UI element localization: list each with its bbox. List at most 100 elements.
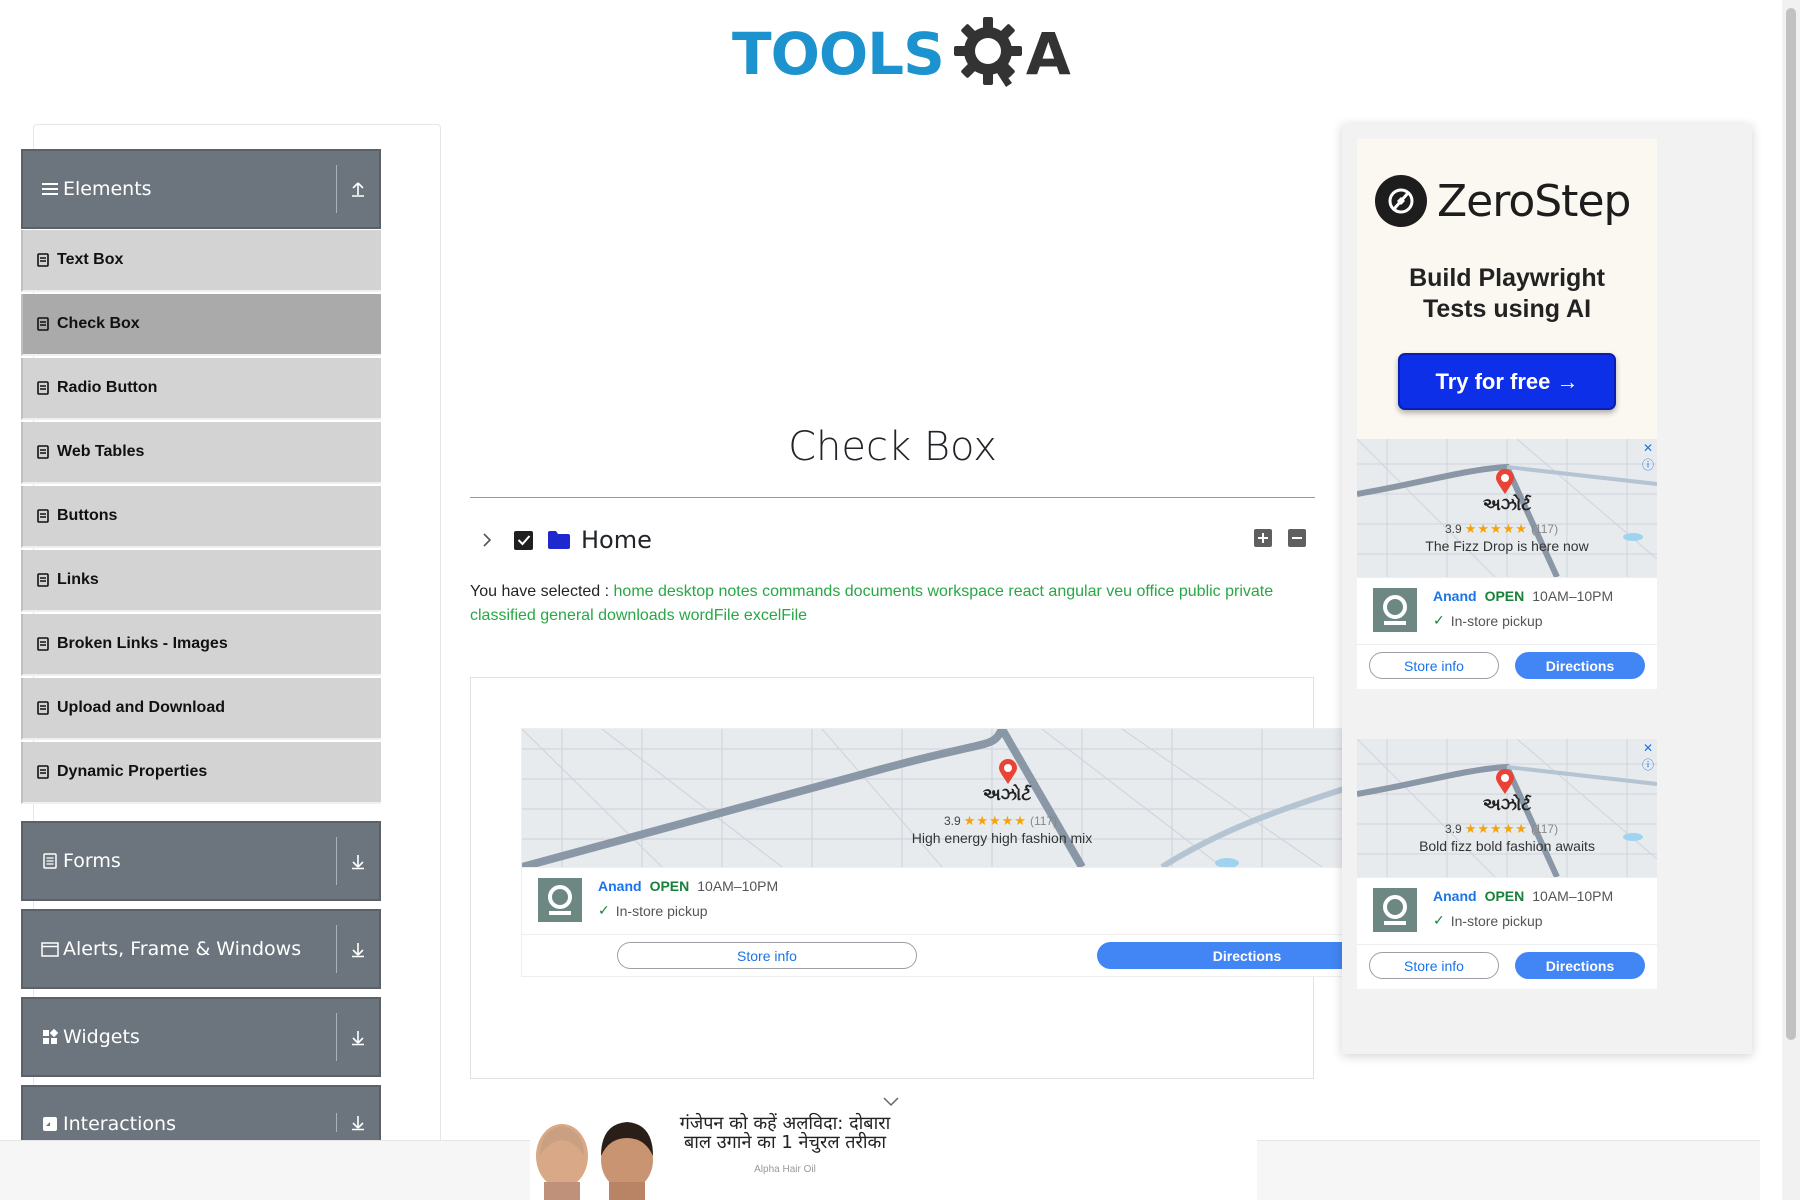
store-status: OPEN: [649, 878, 690, 894]
directions-button[interactable]: Directions: [1515, 652, 1645, 679]
sidebar-item-label: Broken Links - Images: [57, 635, 228, 652]
close-icon[interactable]: ✕: [1641, 441, 1655, 455]
rating-value: 3.9: [944, 814, 961, 828]
store-name: Anand: [1433, 888, 1477, 904]
try-for-free-button[interactable]: Try for free →: [1398, 353, 1616, 410]
sidebar-item-check-box[interactable]: Check Box: [21, 294, 381, 356]
hair-oil-ad[interactable]: गंजेपन को कहें अलविदा: दोबारा बाल उगाने …: [530, 1108, 1257, 1200]
ad-photo-after: [595, 1116, 660, 1200]
store-pickup: In-store pickup: [1450, 912, 1543, 929]
collapse-all-button[interactable]: [1288, 529, 1306, 547]
store-row[interactable]: Anand OPEN 10AM–10PM ✓ In-store pickup: [522, 867, 1342, 929]
selected-prefix: You have selected :: [470, 583, 610, 600]
toolsqa-logo[interactable]: TOOLS A: [732, 14, 1071, 94]
sidebar-group-title: Forms: [63, 850, 121, 872]
sidebar-group-title: Alerts, Frame & Windows: [63, 938, 302, 960]
store-row[interactable]: Anand OPEN 10AM–10PM ✓ In-store pickup: [1357, 877, 1657, 939]
sidebar-group-alerts[interactable]: Alerts, Frame & Windows: [21, 909, 381, 989]
logo-gear-icon: A: [950, 13, 1071, 95]
store-line2: ✓ In-store pickup: [1433, 912, 1543, 929]
sidebar-item-upload-download[interactable]: Upload and Download: [21, 678, 381, 740]
store-row[interactable]: Anand OPEN 10AM–10PM ✓ In-store pickup: [1357, 577, 1657, 639]
store-line1: Anand OPEN 10AM–10PM: [1433, 588, 1613, 604]
map-ad-right-1[interactable]: અઝોર્ટ 3.9 ★★★★★ (117) The Fizz Drop is …: [1357, 439, 1657, 689]
map-rating: 3.9 ★★★★★ (117): [944, 813, 1057, 829]
document-icon: [37, 765, 49, 779]
rating-value: 3.9: [1445, 822, 1462, 836]
zerostep-brand: ZeroStep: [1437, 175, 1631, 227]
page-scrollbar[interactable]: [1782, 0, 1800, 1200]
check-icon: ✓: [1433, 912, 1445, 928]
directions-button[interactable]: Directions: [1097, 942, 1342, 969]
expand-down-icon[interactable]: [337, 852, 379, 870]
expand-down-icon[interactable]: [337, 940, 379, 958]
info-icon[interactable]: ⓘ: [1641, 757, 1655, 772]
map-image[interactable]: અઝોર્ટ 3.9 ★★★★★ (117) The Fizz Drop is …: [1357, 439, 1657, 577]
plus-icon: [1258, 533, 1268, 543]
sidebar-item-links[interactable]: Links: [21, 550, 381, 612]
document-icon: [37, 253, 49, 267]
store-status: OPEN: [1484, 888, 1525, 904]
map-place-name: અઝોર્ટ: [1482, 495, 1532, 514]
map-image[interactable]: અઝોર્ટ 3.9 ★★★★★ (117) High energy high …: [522, 729, 1342, 867]
sidebar-group-widgets[interactable]: Widgets: [21, 997, 381, 1077]
map-caption: The Fizz Drop is here now: [1425, 538, 1589, 554]
store-line2: ✓ In-store pickup: [1433, 612, 1543, 629]
hair-ad-line1: गंजेपन को कहें अलविदा: दोबारा: [679, 1113, 891, 1134]
title-divider: [470, 497, 1315, 498]
expand-all-button[interactable]: [1254, 529, 1272, 547]
sidebar-group-forms[interactable]: Forms: [21, 821, 381, 901]
sidebar-item-text-box[interactable]: Text Box: [21, 230, 381, 292]
tree-controls: [1254, 529, 1306, 547]
info-icon[interactable]: ⓘ: [1641, 457, 1655, 472]
sidebar-item-buttons[interactable]: Buttons: [21, 486, 381, 548]
zerostep-headline: Build Playwright Tests using AI: [1357, 263, 1657, 325]
map-caption: Bold fizz bold fashion awaits: [1419, 838, 1595, 854]
minus-icon: [1292, 537, 1302, 539]
sidebar-group-interactions[interactable]: Interactions: [21, 1085, 381, 1145]
home-checkbox[interactable]: [514, 530, 533, 550]
logo-a-text: A: [1025, 20, 1071, 88]
map-place-name: અઝોર્ટ: [982, 785, 1032, 804]
store-hours: 10AM–10PM: [697, 878, 779, 894]
zerostep-mark-icon: [1375, 175, 1427, 227]
sidebar-group-elements[interactable]: Elements: [21, 149, 381, 229]
tree-node-label[interactable]: Home: [581, 526, 652, 554]
scrollbar-thumb[interactable]: [1786, 8, 1796, 1040]
map-ad-right-2[interactable]: અઝોર્ટ 3.9 ★★★★★ (117) Bold fizz bold fa…: [1357, 739, 1657, 989]
document-icon: [37, 637, 49, 651]
logo-tools-text: TOOLS: [732, 20, 945, 88]
zerostep-ad[interactable]: ZeroStep Build Playwright Tests using AI…: [1357, 139, 1657, 439]
expand-down-icon[interactable]: [337, 1028, 379, 1046]
street-map-graphic: [522, 729, 1342, 867]
sidebar-item-radio-button[interactable]: Radio Button: [21, 358, 381, 420]
sidebar-item-label: Links: [57, 571, 99, 588]
zerostep-headline-line1: Build Playwright: [1409, 264, 1605, 292]
check-icon: ✓: [1433, 612, 1445, 628]
close-icon[interactable]: ✕: [1641, 741, 1655, 755]
store-line2: ✓ In-store pickup: [598, 902, 708, 919]
sidebar-item-label: Dynamic Properties: [57, 763, 208, 780]
store-status: OPEN: [1484, 588, 1525, 604]
map-place-name: અઝોર્ટ: [1482, 795, 1532, 814]
store-info-button[interactable]: Store info: [617, 942, 917, 969]
store-pickup: In-store pickup: [1450, 612, 1543, 629]
sidebar-item-broken-links[interactable]: Broken Links - Images: [21, 614, 381, 676]
rating-stars: ★★★★★: [1464, 821, 1528, 836]
expand-down-icon[interactable]: [337, 1113, 379, 1131]
map-ad-center[interactable]: અઝોર્ટ 3.9 ★★★★★ (117) High energy high …: [521, 728, 1343, 977]
sidebar-item-dynamic-properties[interactable]: Dynamic Properties: [21, 742, 381, 804]
map-image[interactable]: અઝોર્ટ 3.9 ★★★★★ (117) Bold fizz bold fa…: [1357, 739, 1657, 877]
document-icon: [37, 509, 49, 523]
document-icon: [37, 381, 49, 395]
store-info-button[interactable]: Store info: [1369, 952, 1499, 979]
sidebar-item-web-tables[interactable]: Web Tables: [21, 422, 381, 484]
right-ad-column: ZeroStep Build Playwright Tests using AI…: [1342, 124, 1752, 1054]
collapse-up-icon[interactable]: [337, 180, 379, 198]
check-icon: ✓: [598, 902, 610, 918]
directions-button[interactable]: Directions: [1515, 952, 1645, 979]
document-icon: [37, 317, 49, 331]
document-icon: [37, 701, 49, 715]
store-info-button[interactable]: Store info: [1369, 652, 1499, 679]
expand-chevron-icon[interactable]: [476, 533, 498, 547]
